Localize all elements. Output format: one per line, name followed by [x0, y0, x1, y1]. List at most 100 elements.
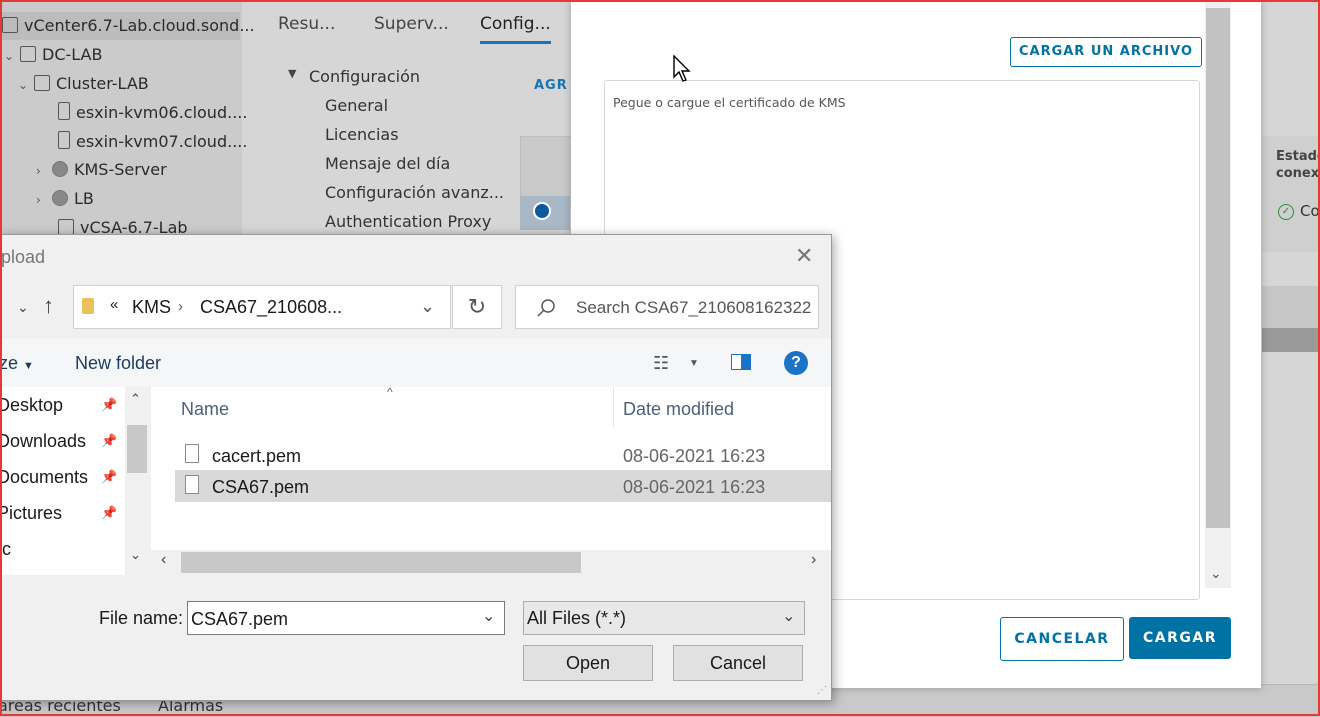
upload-file-button[interactable]: CARGAR UN ARCHIVO [1010, 37, 1202, 67]
scrollbar-thumb[interactable] [181, 552, 581, 573]
file-name-value: CSA67.pem [191, 609, 289, 629]
file-date: 08-06-2021 16:23 [623, 477, 766, 497]
config-item-auth-proxy[interactable]: Authentication Proxy [325, 212, 491, 231]
host-icon [58, 102, 70, 120]
tree-item-host[interactable]: esxin-kvm07.cloud.... [58, 128, 247, 156]
tab-supervisar[interactable]: Superv... [374, 14, 449, 34]
config-item-avanzada[interactable]: Configuración avanz... [325, 183, 504, 202]
search-icon [537, 299, 555, 317]
organize-menu[interactable]: ize ▼ [1, 353, 34, 374]
help-icon[interactable]: ? [784, 351, 808, 375]
object-tabs: Resu... Superv... Config... [262, 0, 582, 48]
vm-icon [52, 161, 68, 177]
caret-down-icon: ▼ [23, 360, 34, 372]
pin-icon: 📌 [101, 433, 118, 448]
check-circle-icon: ✓ [1278, 204, 1294, 220]
open-button[interactable]: Open [523, 645, 653, 681]
close-icon[interactable]: ✕ [795, 243, 813, 269]
file-name-label: File name: [99, 608, 184, 628]
config-item-mensaje[interactable]: Mensaje del día [325, 154, 450, 173]
column-separator[interactable] [613, 387, 614, 427]
tree-item-vm[interactable]: › KMS-Server [36, 156, 167, 184]
modal-scrollbar[interactable]: ⌄ [1205, 0, 1231, 588]
chevron-left-icon[interactable]: ‹ [161, 551, 166, 569]
scrollbar-thumb[interactable] [1206, 8, 1230, 528]
search-input[interactable]: Search CSA67_210608162322 [515, 285, 819, 329]
submit-button[interactable]: CARGAR [1129, 617, 1231, 659]
dialog-toolbar: ize ▼ New folder ☷ ▼ ? [1, 339, 831, 388]
file-upload-dialog: pload ✕ ⌄ ↑ « KMS › CSA67_210608... ⌄ ↻ … [0, 234, 832, 701]
resize-grip-icon[interactable]: ⋰ [817, 685, 827, 696]
config-section-title[interactable]: Configuración [309, 67, 420, 86]
scrollbar-thumb[interactable] [127, 425, 147, 473]
chevron-right-icon[interactable]: › [36, 186, 52, 214]
mouse-cursor-icon [673, 55, 691, 82]
file-date: 08-06-2021 16:23 [623, 446, 766, 466]
nav-item-downloads[interactable]: Downloads [1, 431, 86, 452]
nav-item-pictures[interactable]: Pictures [1, 503, 62, 524]
status-value: Co [1300, 202, 1320, 220]
chevron-down-icon[interactable]: ⌄ [18, 71, 34, 99]
chevron-down-icon[interactable]: ⌄ [130, 547, 141, 563]
chevron-down-icon[interactable]: ⌄ [782, 606, 795, 626]
sort-ascending-icon: ^ [387, 385, 393, 399]
nav-item-desktop[interactable]: Desktop [1, 395, 63, 416]
column-header-date[interactable]: Date modified [623, 399, 734, 420]
datacenter-icon [20, 46, 36, 62]
dialog-title: pload [1, 247, 46, 267]
file-name-input[interactable]: CSA67.pem ⌄ [187, 601, 505, 635]
pin-icon: 📌 [101, 397, 118, 412]
preview-pane-icon[interactable] [731, 354, 751, 370]
tree-item-dc[interactable]: ⌄ DC-LAB [4, 41, 102, 69]
address-bar[interactable]: « KMS › CSA67_210608... ⌄ [73, 285, 451, 329]
new-folder-button[interactable]: New folder [75, 353, 161, 374]
tab-configurar[interactable]: Config... [480, 14, 551, 44]
tree-item-host[interactable]: esxin-kvm06.cloud.... [58, 99, 247, 127]
chevron-up-icon[interactable]: ⌃ [130, 391, 141, 407]
file-icon [185, 444, 199, 463]
add-link[interactable]: AGR [534, 78, 568, 93]
file-type-value: All Files (*.*) [527, 608, 627, 628]
folder-icon [82, 298, 94, 314]
refresh-icon[interactable]: ↻ [452, 285, 502, 329]
pin-icon: 📌 [101, 505, 118, 520]
file-type-select[interactable]: All Files (*.*) ⌄ [523, 601, 805, 635]
view-options-icon[interactable]: ☷ [653, 353, 669, 374]
table-row-selected[interactable]: CSA67.pem 08-06-2021 16:23 [175, 470, 831, 502]
chevron-right-icon[interactable]: › [36, 157, 52, 185]
chevron-down-icon[interactable]: ⌄ [1210, 566, 1222, 582]
tree-item-vm[interactable]: › LB [36, 185, 94, 213]
panel-row [1262, 286, 1320, 328]
config-item-general[interactable]: General [325, 96, 388, 115]
caret-down-icon[interactable]: ▼ [689, 358, 699, 369]
panel-row-selected [1262, 328, 1320, 352]
up-arrow-icon[interactable]: ↑ [43, 293, 54, 319]
nav-item-etc[interactable]: tc [1, 539, 11, 560]
file-name: cacert.pem [212, 446, 302, 466]
chevron-down-icon[interactable]: ⌄ [17, 299, 29, 316]
tab-resumen[interactable]: Resu... [278, 14, 335, 34]
vcenter-icon [2, 17, 18, 33]
cancel-button[interactable]: CANCELAR [1000, 617, 1124, 661]
breadcrumb-overflow[interactable]: « [110, 296, 118, 313]
chevron-down-icon[interactable]: ⌄ [420, 296, 435, 317]
certificate-placeholder: Pegue o cargue el certificado de KMS [613, 95, 846, 110]
table-row[interactable]: cacert.pem 08-06-2021 16:23 [175, 439, 831, 471]
column-header-name[interactable]: Name [181, 399, 229, 420]
row-radio[interactable] [533, 202, 551, 220]
nav-scrollbar[interactable]: ⌃ ⌄ [125, 387, 149, 575]
chevron-right-icon[interactable]: › [811, 551, 816, 569]
horizontal-scrollbar[interactable]: ‹ › [151, 550, 831, 575]
nav-item-documents[interactable]: Documents [1, 467, 88, 488]
breadcrumb-segment-folder[interactable]: CSA67_210608... [200, 297, 342, 318]
file-name: CSA67.pem [212, 477, 310, 497]
tree-item-vcenter[interactable]: vCenter6.7-Lab.cloud.sond... [0, 12, 255, 40]
breadcrumb-segment-kms[interactable]: KMS [132, 297, 171, 318]
config-item-licencias[interactable]: Licencias [325, 125, 399, 144]
chevron-down-icon[interactable]: ▼ [288, 67, 296, 80]
cancel-dialog-button[interactable]: Cancel [673, 645, 803, 681]
chevron-down-icon[interactable]: ⌄ [482, 606, 495, 626]
status-column-header: Estado conex [1276, 149, 1320, 181]
chevron-down-icon[interactable]: ⌄ [4, 42, 20, 70]
tree-item-cluster[interactable]: ⌄ Cluster-LAB [18, 70, 149, 98]
